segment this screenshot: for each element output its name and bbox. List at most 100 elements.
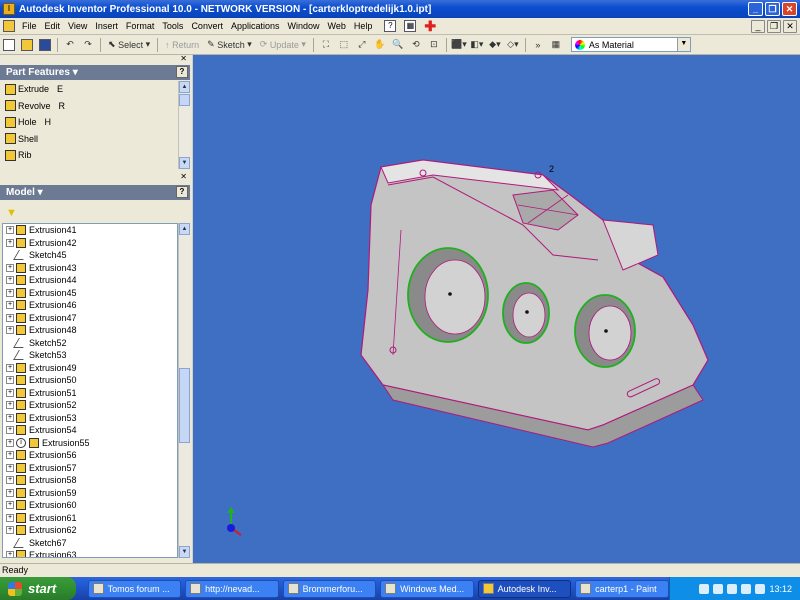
menu-insert[interactable]: Insert bbox=[91, 19, 122, 34]
scroll-down-icon[interactable]: ▼ bbox=[179, 546, 190, 558]
previous-view-button[interactable]: » bbox=[530, 37, 546, 53]
inventor-app-icon[interactable]: I bbox=[3, 3, 15, 15]
feature-extrude[interactable]: Extrude E bbox=[2, 81, 178, 98]
menu-format[interactable]: Format bbox=[122, 19, 159, 34]
help-icon[interactable]: ? bbox=[176, 186, 188, 198]
tree-item-sketch52[interactable]: Sketch52 bbox=[3, 337, 177, 350]
menu-web[interactable]: Web bbox=[324, 19, 350, 34]
tray-antivirus-icon[interactable] bbox=[713, 583, 724, 594]
add-red-cross-icon[interactable]: ✚ bbox=[424, 19, 436, 33]
expand-plus-icon[interactable]: + bbox=[6, 301, 14, 310]
menu-help[interactable]: Help bbox=[350, 19, 377, 34]
update-button[interactable]: ⟳ Update ▾ bbox=[257, 37, 309, 53]
menu-view[interactable]: View bbox=[64, 19, 91, 34]
menu-edit[interactable]: Edit bbox=[41, 19, 65, 34]
expand-plus-icon[interactable]: + bbox=[6, 438, 14, 447]
filter-funnel-icon[interactable]: ▼ bbox=[6, 207, 18, 219]
expand-plus-icon[interactable]: + bbox=[6, 501, 14, 510]
tree-item-extrusion44[interactable]: + Extrusion44 bbox=[3, 274, 177, 287]
model-header[interactable]: Model ▾ ? bbox=[0, 185, 190, 200]
return-button[interactable]: ↑ Return bbox=[162, 37, 202, 53]
rotate-button[interactable]: ⟲ bbox=[408, 37, 424, 53]
expand-plus-icon[interactable]: + bbox=[6, 326, 14, 335]
tree-item-extrusion50[interactable]: + Extrusion50 bbox=[3, 374, 177, 387]
help-topics-icon[interactable]: ? bbox=[384, 20, 397, 32]
tree-item-extrusion41[interactable]: + Extrusion41 bbox=[3, 224, 177, 237]
tree-item-extrusion48[interactable]: + Extrusion48 bbox=[3, 324, 177, 337]
tree-item-extrusion42[interactable]: + Extrusion42 bbox=[3, 237, 177, 250]
menu-tools[interactable]: Tools bbox=[158, 19, 187, 34]
camera-mode-button[interactable]: ◆ ▾ bbox=[487, 37, 503, 53]
expand-plus-icon[interactable]: + bbox=[6, 526, 14, 535]
start-button[interactable]: start bbox=[0, 577, 76, 600]
doc-restore-button[interactable]: ❐ bbox=[767, 20, 781, 33]
scroll-up-icon[interactable]: ▲ bbox=[179, 81, 190, 93]
tree-item-extrusion62[interactable]: + Extrusion62 bbox=[3, 524, 177, 537]
tree-item-extrusion58[interactable]: + Extrusion58 bbox=[3, 474, 177, 487]
color-palette-button[interactable]: ▦ bbox=[548, 37, 564, 53]
zoom-window-button[interactable]: ⬚ bbox=[336, 37, 352, 53]
material-select[interactable]: As Material ▼ bbox=[570, 37, 691, 52]
tree-item-extrusion60[interactable]: + Extrusion60 bbox=[3, 499, 177, 512]
doc-minimize-button[interactable]: _ bbox=[751, 20, 765, 33]
open-button[interactable] bbox=[19, 37, 35, 53]
scroll-thumb[interactable] bbox=[179, 94, 190, 106]
maximize-button[interactable]: ❐ bbox=[765, 2, 780, 16]
tray-security-icon[interactable] bbox=[755, 583, 766, 594]
expand-plus-icon[interactable]: + bbox=[6, 363, 14, 372]
zoom-all-button[interactable]: ⛶ bbox=[318, 37, 334, 53]
expand-plus-icon[interactable]: + bbox=[6, 513, 14, 522]
sketch-button[interactable]: ✎ Sketch ▾ bbox=[204, 37, 255, 53]
tree-item-extrusion45[interactable]: + Extrusion45 bbox=[3, 287, 177, 300]
tree-item-sketch67[interactable]: Sketch67 bbox=[3, 537, 177, 550]
graphics-viewport[interactable]: 2 bbox=[193, 55, 800, 563]
taskbar-item-nevad[interactable]: http://nevad... bbox=[185, 579, 279, 598]
document-icon[interactable] bbox=[3, 20, 15, 32]
panel-close-icon[interactable]: ✕ bbox=[180, 172, 187, 181]
taskbar-item-windows-media[interactable]: Windows Med... bbox=[380, 579, 474, 598]
sectioning-button[interactable]: ◇ ▾ bbox=[505, 37, 521, 53]
doc-close-button[interactable]: ✕ bbox=[783, 20, 797, 33]
calculator-icon[interactable]: ▦ bbox=[404, 20, 417, 32]
expand-plus-icon[interactable]: + bbox=[6, 451, 14, 460]
expand-plus-icon[interactable]: + bbox=[6, 426, 14, 435]
expand-plus-icon[interactable]: + bbox=[6, 488, 14, 497]
help-icon[interactable]: ? bbox=[176, 66, 188, 78]
zoom-button[interactable]: ⤢ bbox=[354, 37, 370, 53]
feature-shell[interactable]: Shell bbox=[2, 131, 178, 148]
shadow-mode-button[interactable]: ◧ ▾ bbox=[469, 37, 485, 53]
tray-network-icon[interactable] bbox=[699, 583, 710, 594]
taskbar-item-autodesk-inventor[interactable]: Autodesk Inv... bbox=[477, 579, 572, 598]
part-features-scrollbar[interactable]: ▲ ▼ bbox=[178, 81, 190, 169]
tree-item-sketch45[interactable]: Sketch45 bbox=[3, 249, 177, 262]
save-button[interactable] bbox=[37, 37, 53, 53]
feature-rib[interactable]: Rib bbox=[2, 147, 178, 164]
tree-item-extrusion51[interactable]: + Extrusion51 bbox=[3, 387, 177, 400]
redo-button[interactable]: ↷ bbox=[80, 37, 96, 53]
tree-item-extrusion56[interactable]: + Extrusion56 bbox=[3, 449, 177, 462]
menu-convert[interactable]: Convert bbox=[187, 19, 227, 34]
look-at-button[interactable]: ⊡ bbox=[426, 37, 442, 53]
menu-applications[interactable]: Applications bbox=[227, 19, 284, 34]
tree-item-extrusion53[interactable]: + Extrusion53 bbox=[3, 412, 177, 425]
expand-plus-icon[interactable]: + bbox=[6, 376, 14, 385]
undo-button[interactable]: ↶ bbox=[62, 37, 78, 53]
scroll-down-icon[interactable]: ▼ bbox=[179, 157, 190, 169]
tray-volume-icon[interactable] bbox=[727, 583, 738, 594]
tree-item-extrusion52[interactable]: + Extrusion52 bbox=[3, 399, 177, 412]
model-tree-scrollbar[interactable]: ▲ ▼ bbox=[178, 223, 190, 558]
expand-plus-icon[interactable]: + bbox=[6, 476, 14, 485]
tree-item-extrusion54[interactable]: + Extrusion54 bbox=[3, 424, 177, 437]
tree-item-extrusion43[interactable]: + Extrusion43 bbox=[3, 262, 177, 275]
zoom-selected-button[interactable]: 🔍 bbox=[390, 37, 406, 53]
expand-plus-icon[interactable]: + bbox=[6, 388, 14, 397]
tree-item-extrusion55[interactable]: + i Extrusion55 bbox=[3, 437, 177, 450]
close-button[interactable]: ✕ bbox=[782, 2, 797, 16]
menu-file[interactable]: File bbox=[18, 19, 41, 34]
expand-plus-icon[interactable]: + bbox=[6, 263, 14, 272]
scroll-thumb[interactable] bbox=[179, 368, 190, 443]
feature-hole[interactable]: Hole H bbox=[2, 114, 178, 131]
tree-item-extrusion59[interactable]: + Extrusion59 bbox=[3, 487, 177, 500]
minimize-button[interactable]: _ bbox=[748, 2, 763, 16]
expand-plus-icon[interactable]: + bbox=[6, 463, 14, 472]
